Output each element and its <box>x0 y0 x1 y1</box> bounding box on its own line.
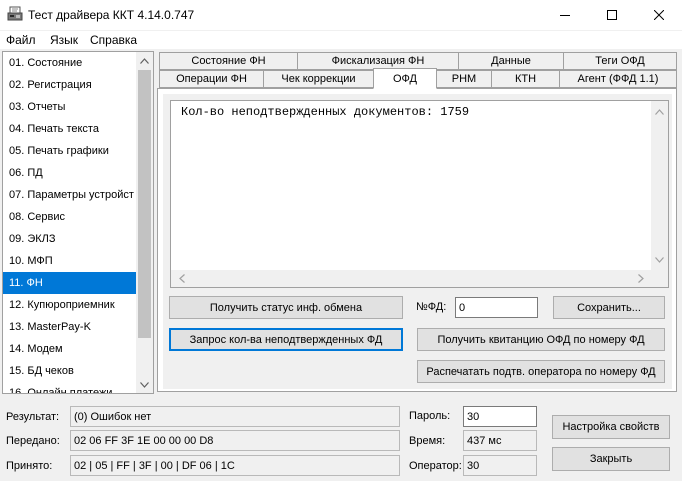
textarea-scroll-right[interactable] <box>632 270 649 287</box>
tab-agent[interactable]: Агент (ФФД 1.1) <box>559 70 677 88</box>
sidebar-item-status[interactable]: 01. Состояние <box>3 52 136 74</box>
sidebar-item-device-params[interactable]: 07. Параметры устройст <box>3 184 136 206</box>
operator-label: Оператор: <box>409 460 462 472</box>
chevron-up-icon <box>655 108 664 115</box>
result-field: (0) Ошибок нет <box>70 406 400 427</box>
tab-correction-receipt[interactable]: Чек коррекции <box>263 70 374 88</box>
output-text: Кол-во неподтвержденных документов: 1759 <box>181 105 470 119</box>
sidebar-item-eklz[interactable]: 09. ЭКЛЗ <box>3 228 136 250</box>
app-icon <box>7 6 23 22</box>
tab-ktn[interactable]: КТН <box>491 70 560 88</box>
tab-data[interactable]: Данные <box>458 52 564 70</box>
received-label: Принято: <box>6 460 53 472</box>
save-button[interactable]: Сохранить... <box>553 296 665 319</box>
fd-number-input[interactable]: 0 <box>455 297 538 318</box>
textarea-hscrollbar[interactable] <box>171 270 668 287</box>
textarea-scroll-left[interactable] <box>173 270 190 287</box>
menu-bar: Файл Язык Справка <box>0 31 682 49</box>
sidebar-item-modem[interactable]: 14. Модем <box>3 338 136 360</box>
password-input[interactable]: 30 <box>463 406 537 427</box>
scroll-down-button[interactable] <box>136 376 153 393</box>
sidebar-item-online-payments[interactable]: 16. Онлайн платежи <box>3 382 136 393</box>
time-label: Время: <box>409 435 446 447</box>
request-unconfirmed-count-button[interactable]: Запрос кол-ва неподтвержденных ФД <box>169 328 403 351</box>
fd-number-label: №ФД: <box>416 301 447 313</box>
sidebar-item-print-graphics[interactable]: 05. Печать графики <box>3 140 136 162</box>
sidebar-item-masterpay[interactable]: 13. MasterPay-K <box>3 316 136 338</box>
print-operator-confirmation-button[interactable]: Распечатать подтв. оператора по номеру Ф… <box>417 360 665 383</box>
output-textarea[interactable]: Кол-во неподтвержденных документов: 1759 <box>170 100 669 288</box>
sidebar-item-mfp[interactable]: 10. МФП <box>3 250 136 272</box>
chevron-left-icon <box>178 274 185 283</box>
sidebar-item-service[interactable]: 08. Сервис <box>3 206 136 228</box>
chevron-down-icon <box>140 381 149 388</box>
menu-file[interactable]: Файл <box>6 33 36 47</box>
tab-ofd[interactable]: ОФД <box>373 68 437 89</box>
operator-field: 30 <box>463 455 537 476</box>
sidebar-item-receipts-db[interactable]: 15. БД чеков <box>3 360 136 382</box>
menu-help[interactable]: Справка <box>90 33 137 47</box>
sidebar-item-registration[interactable]: 02. Регистрация <box>3 74 136 96</box>
menu-language[interactable]: Язык <box>50 33 78 47</box>
get-exchange-status-button[interactable]: Получить статус инф. обмена <box>169 296 403 319</box>
sidebar-scrollbar[interactable] <box>136 52 153 393</box>
textarea-vscrollbar[interactable] <box>651 101 668 270</box>
sidebar-item-fn[interactable]: 11. ФН <box>3 272 136 294</box>
close-button[interactable] <box>636 0 682 30</box>
tab-fn-operations[interactable]: Операции ФН <box>159 70 264 88</box>
sidebar-item-reports[interactable]: 03. Отчеты <box>3 96 136 118</box>
settings-button[interactable]: Настройка свойств <box>552 415 670 439</box>
close-dialog-button[interactable]: Закрыть <box>552 447 670 471</box>
scroll-thumb[interactable] <box>138 70 151 338</box>
received-field: 02 | 05 | FF | 3F | 00 | DF 06 | 1C <box>70 455 400 476</box>
result-label: Результат: <box>6 411 60 423</box>
tab-ofd-tags[interactable]: Теги ОФД <box>563 52 677 70</box>
chevron-right-icon <box>637 274 644 283</box>
title-bar: Тест драйвера ККТ 4.14.0.747 <box>0 0 682 30</box>
close-icon <box>654 10 664 20</box>
scroll-up-button[interactable] <box>136 52 153 69</box>
tab-fn-status[interactable]: Состояние ФН <box>159 52 298 70</box>
sent-label: Передано: <box>6 435 60 447</box>
sidebar-item-print-text[interactable]: 04. Печать текста <box>3 118 136 140</box>
get-ofd-receipt-button[interactable]: Получить квитанцию ОФД по номеру ФД <box>417 328 665 351</box>
password-label: Пароль: <box>409 410 451 422</box>
textarea-scroll-down[interactable] <box>651 251 668 268</box>
sidebar-item-pd[interactable]: 06. ПД <box>3 162 136 184</box>
maximize-icon <box>607 10 617 20</box>
minimize-button[interactable] <box>542 0 588 30</box>
sidebar-item-bill-acceptor[interactable]: 12. Купюроприемник <box>3 294 136 316</box>
chevron-up-icon <box>140 57 149 64</box>
sidebar-list[interactable]: 01. Состояние 02. Регистрация 03. Отчеты… <box>2 51 154 394</box>
minimize-icon <box>560 15 570 16</box>
maximize-button[interactable] <box>589 0 635 30</box>
tab-rnm[interactable]: РНМ <box>436 70 492 88</box>
chevron-down-icon <box>655 256 664 263</box>
window-title: Тест драйвера ККТ 4.14.0.747 <box>28 8 195 22</box>
sent-field: 02 06 FF 3F 1E 00 00 00 D8 <box>70 430 400 451</box>
time-field: 437 мс <box>463 430 537 451</box>
textarea-scroll-up[interactable] <box>651 103 668 120</box>
